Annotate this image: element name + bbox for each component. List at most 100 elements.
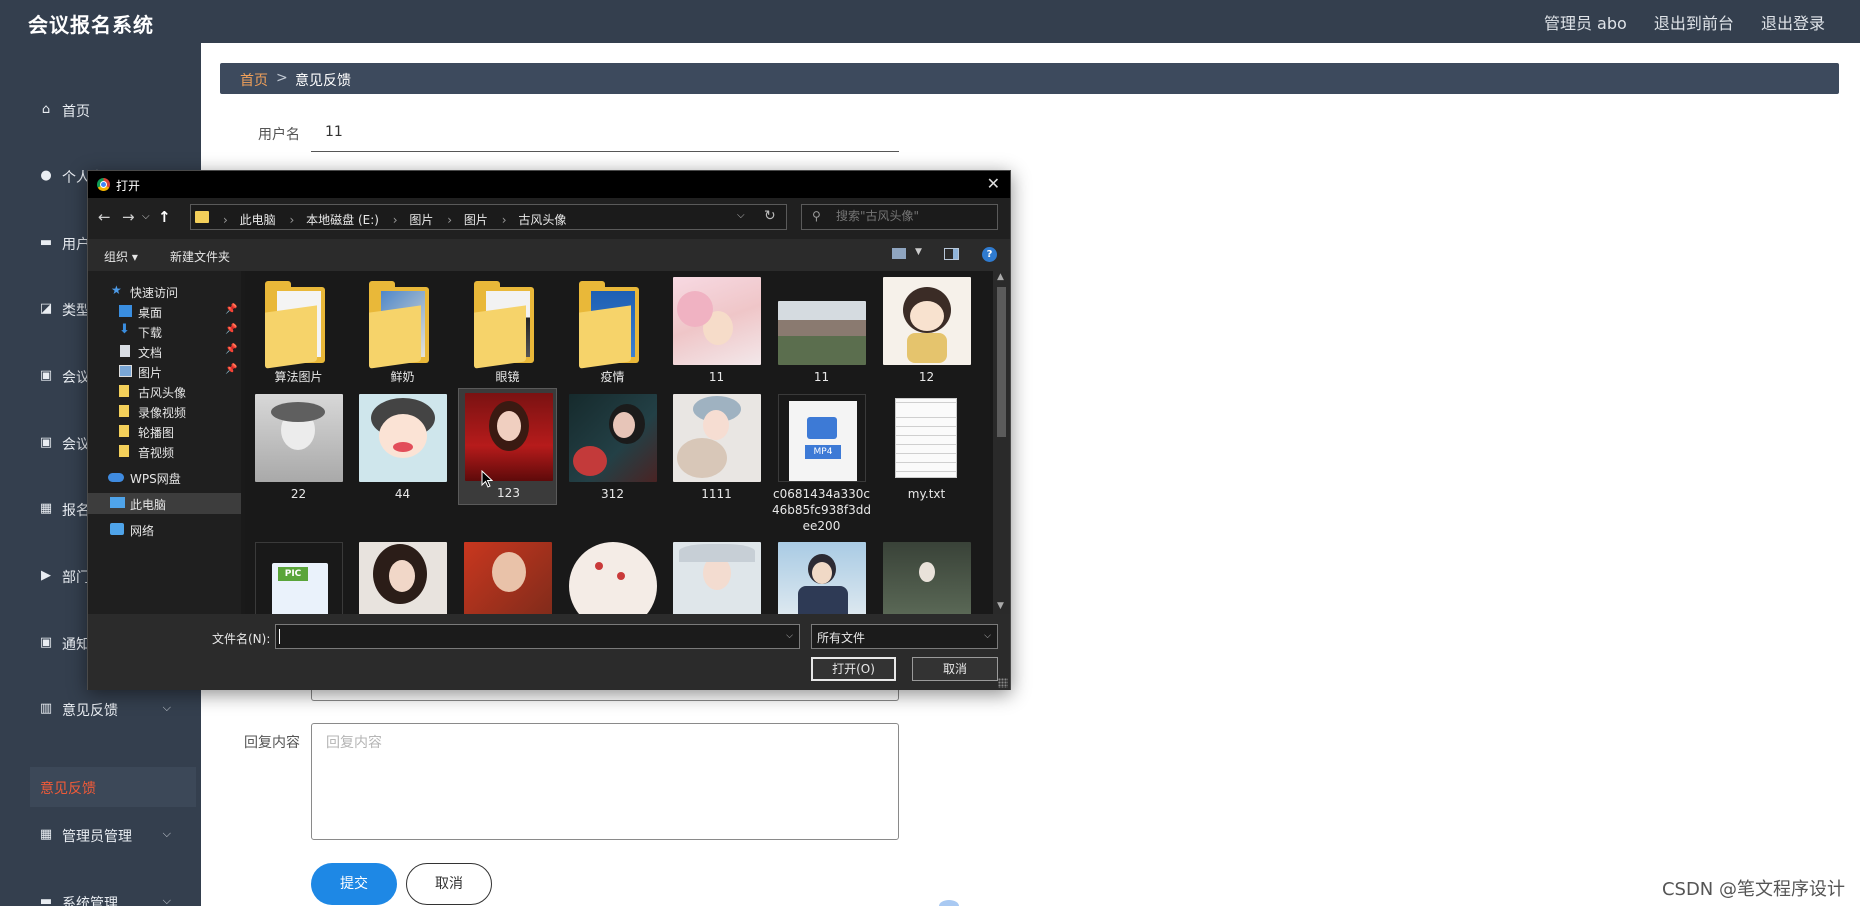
admin-label[interactable]: 管理员 abo <box>1544 14 1627 33</box>
sidebar-item-feedback[interactable]: ▥ 意见反馈 ⌵ <box>0 690 201 730</box>
scroll-up-icon[interactable]: ▲ <box>997 272 1004 282</box>
scroll-thumb[interactable] <box>997 287 1006 437</box>
file-name: 算法图片 <box>274 370 323 384</box>
nav-downloads[interactable]: ⬇ 下载 📌 <box>88 321 241 342</box>
preview-pane-icon[interactable] <box>944 248 959 260</box>
address-dropdown-icon[interactable]: ⌵ <box>737 210 745 221</box>
chevron-down-icon[interactable]: ⌵ <box>786 631 793 641</box>
file-name: 1111 <box>701 487 732 501</box>
nav-label: 录像视频 <box>138 406 187 420</box>
folder-icon <box>569 277 657 369</box>
nav-desktop[interactable]: 桌面 📌 <box>88 301 241 322</box>
file-tile-folder[interactable]: 疫情 <box>563 273 662 384</box>
file-tile-image[interactable] <box>877 538 976 614</box>
up-arrow-icon[interactable]: ↑ <box>158 208 171 226</box>
address-bar[interactable]: › 此电脑 › 本地磁盘 (E:) › 图片 › 图片 › 古风头像 ⌵ ↻ <box>190 204 787 230</box>
dialog-cancel-button[interactable]: 取消 <box>912 657 998 681</box>
nav-wps-cloud[interactable]: WPS网盘 <box>88 467 241 488</box>
file-tile-image[interactable]: 312 <box>563 390 662 505</box>
nav-folder-carousel[interactable]: 轮播图 <box>88 421 241 442</box>
logout-link[interactable]: 退出登录 <box>1761 14 1825 33</box>
nav-label: 此电脑 <box>130 498 167 512</box>
nav-documents[interactable]: 文档 📌 <box>88 341 241 362</box>
view-icon[interactable] <box>892 248 906 259</box>
open-button[interactable]: 打开(O) <box>811 657 896 681</box>
crumb-pictures-2[interactable]: 图片 <box>464 213 488 227</box>
breadcrumb-home[interactable]: 首页 <box>240 70 268 90</box>
chrome-icon <box>97 178 110 191</box>
file-tile-image[interactable]: 44 <box>353 390 452 505</box>
folder-icon <box>119 425 129 437</box>
file-tile-image[interactable]: 11 <box>772 273 871 384</box>
app-title: 会议报名系统 <box>28 13 154 37</box>
scroll-down-icon[interactable]: ▼ <box>997 601 1004 611</box>
crumb-arrow-icon: › <box>392 213 398 227</box>
folder-icon <box>359 277 447 369</box>
sidebar-item-label: 会议 <box>62 370 90 386</box>
file-tile-image[interactable] <box>667 538 766 614</box>
help-icon[interactable]: ? <box>982 247 997 262</box>
recent-dropdown-icon[interactable]: ⌵ <box>142 211 150 222</box>
filename-input[interactable]: ⌵ <box>275 624 800 649</box>
crumb-pictures[interactable]: 图片 <box>409 213 433 227</box>
submit-button[interactable]: 提交 <box>311 863 397 905</box>
view-dropdown-icon[interactable]: ▼ <box>915 247 922 257</box>
reply-textarea[interactable]: 回复内容 <box>311 723 899 840</box>
back-arrow-icon[interactable]: ← <box>98 208 111 226</box>
chevron-down-icon: ⌵ <box>984 631 991 641</box>
sidebar-item-admin-management[interactable]: ▦ 管理员管理 ⌵ <box>0 816 201 856</box>
sidebar-item-system-management[interactable]: ▬ 系统管理 ⌵ <box>0 883 201 906</box>
file-tile-folder[interactable]: 眼镜 <box>458 273 557 384</box>
sidebar-item-home[interactable]: ⌂ 首页 <box>0 91 201 131</box>
user-icon: ● <box>40 168 52 183</box>
submenu-feedback-active[interactable]: 意见反馈 <box>30 767 196 807</box>
folder-icon <box>464 277 552 369</box>
file-tile-folder[interactable]: 鲜奶 <box>353 273 452 384</box>
file-tile-video[interactable]: MP4 c0681434a330c46b85fc938f3ddee200 <box>772 390 871 533</box>
resize-grip-icon[interactable] <box>998 678 1008 688</box>
file-tile-image[interactable]: 1111 <box>667 390 766 505</box>
nav-pictures[interactable]: 图片 📌 <box>88 361 241 382</box>
exit-to-front-link[interactable]: 退出到前台 <box>1654 14 1734 33</box>
file-tile-folder[interactable]: 算法图片 <box>249 273 348 384</box>
search-input[interactable] <box>836 209 991 223</box>
filetype-value: 所有文件 <box>817 631 866 645</box>
cancel-button[interactable]: 取消 <box>406 863 492 905</box>
file-tile-image[interactable]: 22 <box>249 390 348 505</box>
breadcrumb-current: 意见反馈 <box>295 73 351 89</box>
organize-button[interactable]: 组织 ▾ <box>104 248 138 265</box>
vertical-scrollbar[interactable]: ▲ ▼ <box>993 271 1010 614</box>
username-field[interactable]: 11 <box>311 118 899 152</box>
file-tile-image[interactable] <box>353 538 452 614</box>
filetype-select[interactable]: 所有文件 ⌵ <box>811 624 998 649</box>
file-name: 眼镜 <box>495 370 520 384</box>
floating-button[interactable] <box>939 900 959 906</box>
file-tile-image[interactable] <box>458 538 557 614</box>
refresh-icon[interactable]: ↻ <box>764 208 776 224</box>
forward-arrow-icon[interactable]: → <box>122 208 135 226</box>
file-tile-text[interactable]: my.txt <box>877 390 976 505</box>
close-icon[interactable]: ✕ <box>987 174 1000 193</box>
file-tile-image[interactable]: 11 <box>667 273 766 384</box>
crumb-disk[interactable]: 本地磁盘 (E:) <box>306 213 379 227</box>
nav-this-pc[interactable]: 此电脑 <box>88 493 241 514</box>
text-file-icon <box>883 394 971 482</box>
file-tile-image[interactable] <box>772 538 871 614</box>
file-name: 疫情 <box>600 370 625 384</box>
file-tile-image-selected[interactable]: 123 <box>458 388 557 505</box>
nav-label: 古风头像 <box>138 386 187 400</box>
crumb-this-pc[interactable]: 此电脑 <box>240 213 276 227</box>
file-tile-pic[interactable]: PIC <box>249 538 348 614</box>
image-thumbnail <box>464 542 552 614</box>
file-tile-image[interactable] <box>563 538 662 614</box>
search-box[interactable]: ⚲ <box>801 204 998 230</box>
nav-quick-access[interactable]: ★ 快速访问 <box>88 281 241 302</box>
nav-network[interactable]: 网络 <box>88 519 241 540</box>
nav-folder-gufeng[interactable]: 古风头像 <box>88 381 241 402</box>
new-folder-button[interactable]: 新建文件夹 <box>170 248 230 265</box>
file-tile-image[interactable]: 12 <box>877 273 976 384</box>
nav-folder-av[interactable]: 音视频 <box>88 441 241 462</box>
dialog-titlebar[interactable]: 打开 ✕ <box>88 171 1010 198</box>
nav-folder-video[interactable]: 录像视频 <box>88 401 241 422</box>
crumb-current-folder[interactable]: 古风头像 <box>518 213 566 227</box>
